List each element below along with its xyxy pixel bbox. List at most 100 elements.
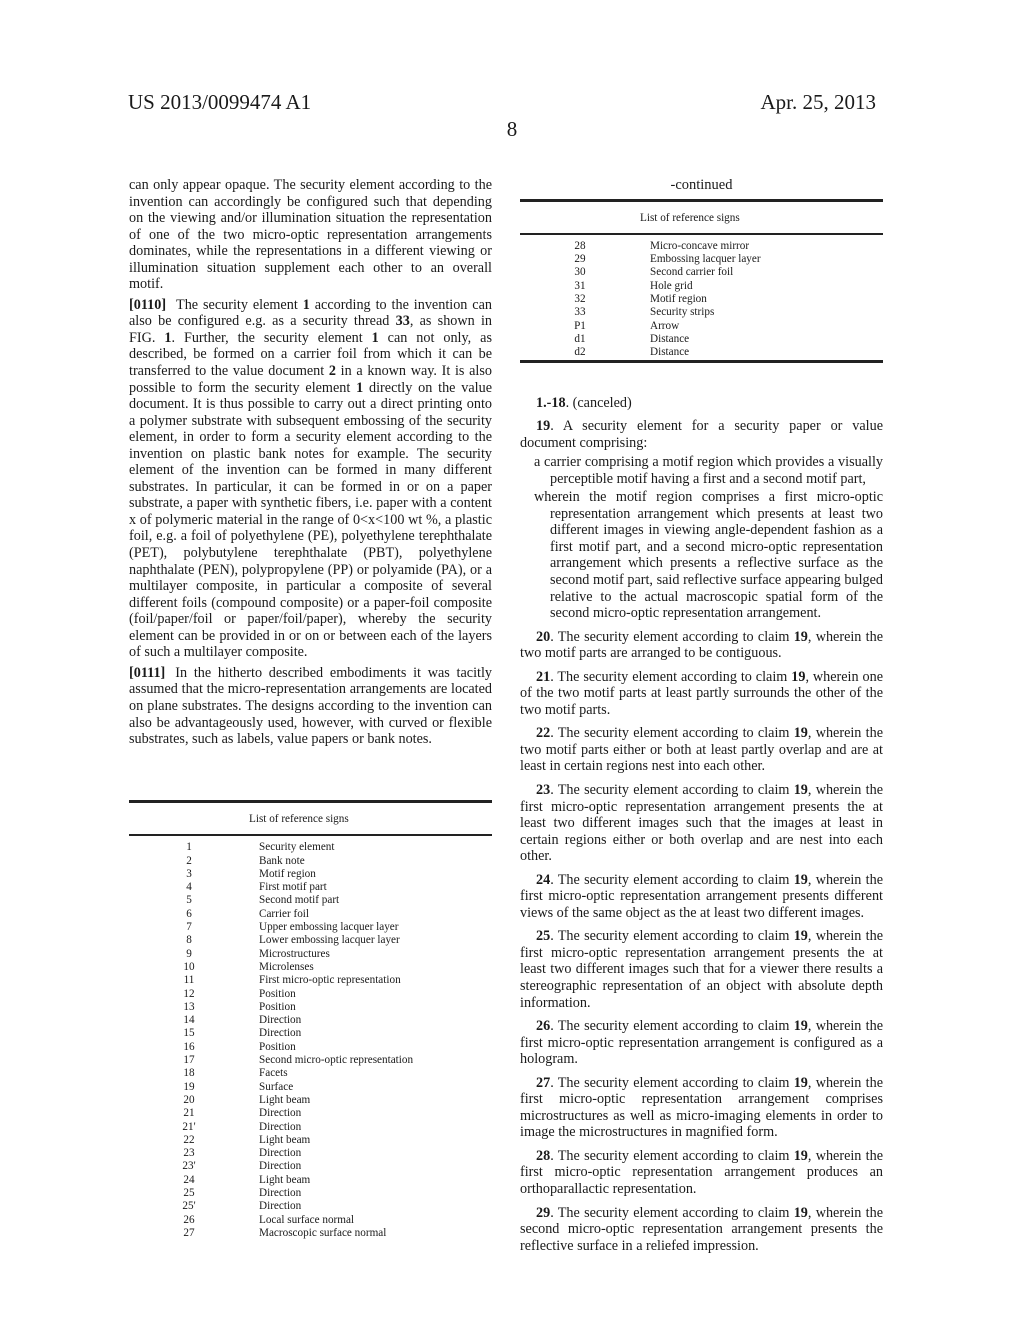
table-row: 4 First motif part (129, 881, 492, 894)
reference-description: Arrow (650, 319, 680, 332)
publication-date: Apr. 25, 2013 (760, 90, 877, 114)
reference-description: Micro-concave mirror (650, 239, 750, 252)
table-row: 10 Microlenses (129, 961, 492, 974)
reference-description: Second carrier foil (650, 266, 734, 279)
claim-reference: 19 (793, 1074, 808, 1091)
reference-description: Direction (259, 1120, 302, 1133)
reference-number: 2 (186, 854, 192, 867)
claim-number: 29 (536, 1204, 551, 1221)
right-column: -continued List of reference signs 28 Mic… (520, 177, 883, 1261)
claim-number: 19 (536, 418, 551, 435)
table-row: 23' Direction (129, 1160, 492, 1173)
reference-number: 21 (183, 1107, 195, 1120)
reference-description: Local surface normal (259, 1213, 355, 1226)
claim-26: 26. The security element according to cl… (520, 1018, 883, 1068)
table-row: 21' Direction (129, 1121, 492, 1134)
reference-description: Microlenses (259, 960, 314, 973)
table-row: 3 Motif region (129, 868, 492, 881)
table-row: 19 Surface (129, 1081, 492, 1094)
table-row: d1 Distance (520, 333, 883, 346)
text-segment: . Further, the security element (171, 329, 372, 346)
reference-number: 11 (183, 974, 195, 987)
reference-number: 17 (183, 1054, 195, 1067)
table-row: 6 Carrier foil (129, 908, 492, 921)
claim-canceled: 1.-18. (canceled) (520, 395, 883, 412)
paragraph-continued: can only appear opaque. The security ele… (129, 177, 492, 293)
claim-22: 22. The security element according to cl… (520, 725, 883, 775)
claim-text: . The security element according to clai… (550, 782, 794, 798)
claim-reference: 19 (793, 928, 808, 945)
table-row: 9 Microstructures (129, 948, 492, 961)
table-row: 15 Direction (129, 1027, 492, 1040)
reference-description: Direction (259, 1160, 302, 1173)
table-row: 17 Second micro-optic representation (129, 1054, 492, 1067)
table-row: 30 Second carrier foil (520, 266, 883, 279)
reference-description: Second motif part (259, 894, 340, 907)
reference-description: Position (259, 987, 296, 1000)
table-row: 33 Security strips (520, 306, 883, 319)
reference-number: 15 (183, 1027, 195, 1040)
reference-number: 18 (183, 1067, 195, 1080)
continued-label: -continued (670, 177, 733, 193)
claim-text: . The security element according to clai… (550, 1204, 794, 1221)
reference-numeral: 1 (371, 329, 379, 346)
reference-number: 7 (186, 921, 192, 934)
reference-number: 5 (186, 894, 192, 907)
table-row: 29 Embossing lacquer layer (520, 253, 883, 266)
claim-19-element: a carrier comprising a motif region whic… (534, 454, 883, 487)
claim-reference: 19 (791, 668, 806, 685)
paragraph-0111: [0111] In the hitherto described embodime… (129, 665, 492, 748)
reference-number: d1 (574, 332, 586, 345)
paragraph-number: [0110] (129, 296, 167, 313)
table-row: 13 Position (129, 1001, 492, 1014)
claim-19: 19. A security element for a security pa… (520, 418, 883, 451)
table-row: 5 Second motif part (129, 894, 492, 907)
table-header: List of reference signs (640, 211, 740, 224)
reference-description: Distance (650, 346, 690, 359)
table-row: 8 Lower embossing lacquer layer (129, 934, 492, 947)
reference-number: 1 (186, 841, 192, 854)
claim-number: 25 (536, 928, 551, 945)
reference-number: 30 (574, 266, 586, 279)
table-header: List of reference signs (249, 813, 349, 825)
claim-text: . The security element according to clai… (550, 1147, 794, 1164)
reference-description: Lower embossing lacquer layer (259, 934, 400, 947)
paragraph-body: In the hitherto described embodiments it… (129, 664, 492, 748)
table-row: 25 Direction (129, 1187, 492, 1200)
reference-description: Facets (259, 1067, 288, 1080)
reference-description: Direction (259, 1107, 302, 1120)
claim-25: 25. The security element according to cl… (520, 928, 883, 1011)
reference-number: 23' (182, 1160, 196, 1173)
reference-number: 23 (183, 1147, 195, 1160)
reference-numeral: 33 (395, 313, 410, 330)
reference-description: Upper embossing lacquer layer (259, 921, 399, 934)
claim-24: 24. The security element according to cl… (520, 872, 883, 922)
reference-number: P1 (574, 319, 586, 332)
claim-reference: 19 (793, 1018, 808, 1035)
table-row: d2 Distance (520, 346, 883, 361)
reference-description: First micro-optic representation (259, 974, 401, 987)
table-row: 23 Direction (129, 1147, 492, 1160)
reference-description: Embossing lacquer layer (650, 253, 761, 266)
reference-number: 19 (183, 1080, 195, 1093)
reference-description: Direction (259, 1027, 302, 1040)
reference-description: Position (259, 1000, 296, 1013)
reference-number: 25 (183, 1187, 195, 1200)
claim-29: 29. The security element according to cl… (520, 1205, 883, 1255)
claim-number: 24 (536, 871, 551, 888)
claim-reference: 19 (793, 725, 808, 742)
reference-number: d2 (574, 346, 586, 359)
claim-19-element: wherein the motif region comprises a fir… (534, 489, 883, 622)
table-row: 2 Bank note (129, 855, 492, 868)
reference-signs-table-continued: -continued List of reference signs 28 Mic… (520, 177, 883, 365)
reference-number: 3 (186, 867, 192, 880)
claim-number: 28 (536, 1147, 551, 1164)
reference-description: Macroscopic surface normal (259, 1226, 387, 1239)
table-row: 16 Position (129, 1041, 492, 1054)
reference-description: Direction (259, 1147, 302, 1160)
claim-20: 20. The security element according to cl… (520, 629, 883, 662)
claim-number: 26 (536, 1018, 551, 1035)
reference-description: Position (259, 1040, 296, 1053)
reference-number: 6 (186, 907, 192, 920)
reference-numeral: 1 (302, 296, 310, 313)
